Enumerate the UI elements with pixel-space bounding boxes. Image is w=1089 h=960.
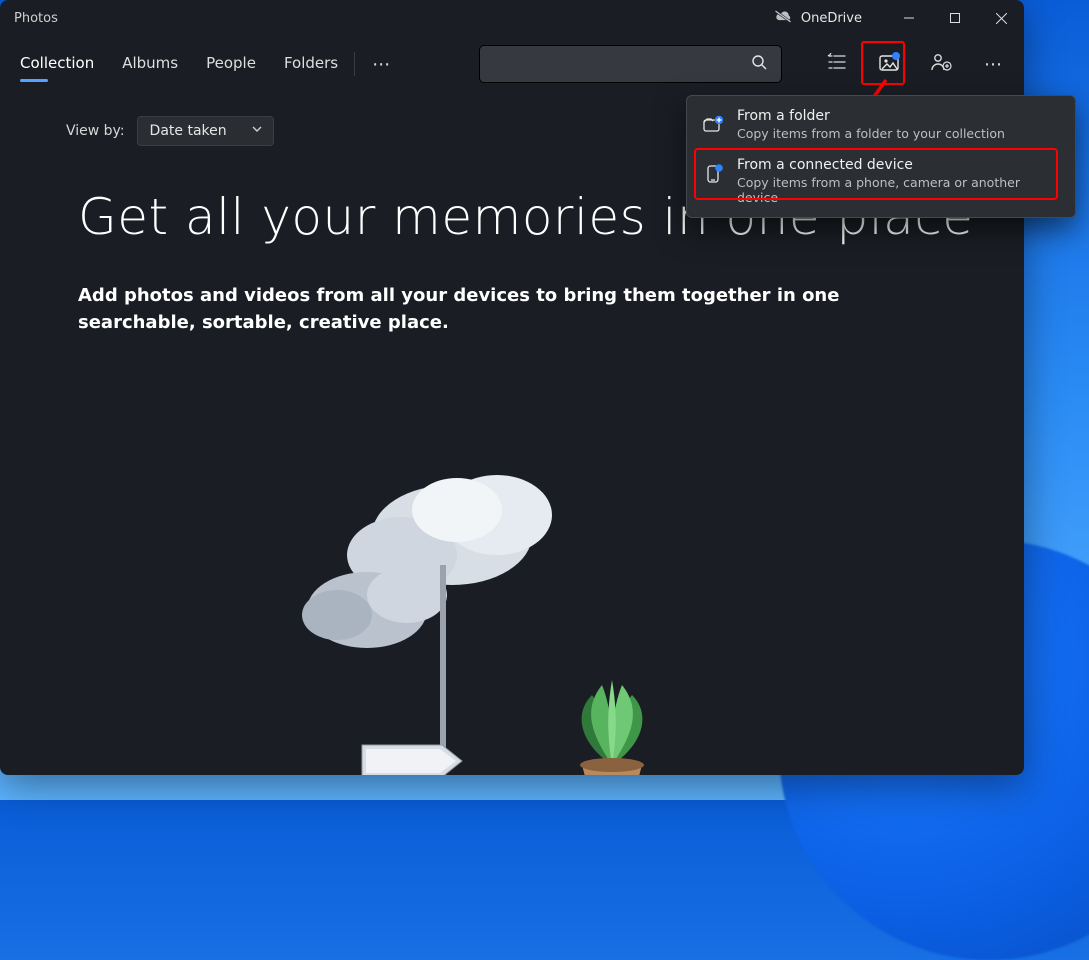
cloud-off-icon — [773, 9, 793, 27]
tab-label: Albums — [122, 54, 178, 72]
folder-add-icon — [701, 111, 725, 139]
onedrive-label: OneDrive — [801, 11, 862, 26]
search-input[interactable] — [490, 55, 743, 73]
select-icon — [827, 53, 847, 75]
menu-item-desc: Copy items from a folder to your collect… — [737, 126, 1005, 141]
tab-albums[interactable]: Albums — [108, 44, 192, 84]
more-horizontal-icon: ⋯ — [372, 54, 390, 75]
select-mode-button[interactable] — [814, 44, 860, 84]
people-add-button[interactable] — [918, 44, 964, 84]
minimize-button[interactable] — [886, 0, 932, 36]
viewby-select[interactable]: Date taken — [137, 116, 274, 146]
more-tabs-button[interactable]: ⋯ — [361, 44, 401, 84]
empty-state-illustration — [0, 425, 1024, 775]
toolbar: Collection Albums People Folders ⋯ — [0, 36, 1024, 92]
import-dropdown-menu: From a folder Copy items from a folder t… — [686, 95, 1076, 218]
viewby-label: View by: — [66, 123, 125, 139]
nav-tabs: Collection Albums People Folders — [6, 44, 352, 84]
more-horizontal-icon: ⋯ — [984, 54, 1002, 75]
search-box[interactable] — [479, 45, 782, 83]
more-options-button[interactable]: ⋯ — [970, 44, 1016, 84]
window-title: Photos — [14, 11, 58, 26]
menu-item-title: From a folder — [737, 108, 1005, 124]
import-from-device[interactable]: From a connected device Copy items from … — [687, 149, 1075, 213]
import-button[interactable] — [866, 44, 912, 84]
search-button[interactable] — [743, 50, 775, 78]
tab-label: People — [206, 54, 256, 72]
people-add-icon — [930, 52, 952, 76]
tab-folders[interactable]: Folders — [270, 44, 352, 84]
titlebar: Photos OneDrive — [0, 0, 1024, 36]
import-from-folder[interactable]: From a folder Copy items from a folder t… — [687, 100, 1075, 149]
window-controls — [886, 0, 1024, 36]
viewby-selected: Date taken — [150, 123, 227, 139]
tab-label: Collection — [20, 54, 94, 72]
onedrive-status[interactable]: OneDrive — [773, 9, 862, 27]
maximize-button[interactable] — [932, 0, 978, 36]
device-icon — [701, 160, 725, 188]
toolbar-icons: ⋯ — [814, 44, 1016, 84]
tab-people[interactable]: People — [192, 44, 270, 84]
import-icon — [878, 52, 900, 76]
close-button[interactable] — [978, 0, 1024, 36]
tab-separator — [354, 52, 355, 76]
chevron-down-icon — [251, 123, 263, 139]
subheadline: Add photos and videos from all your devi… — [78, 282, 924, 336]
menu-item-desc: Copy items from a phone, camera or anoth… — [737, 175, 1061, 205]
tab-label: Folders — [284, 54, 338, 72]
tab-collection[interactable]: Collection — [6, 44, 108, 84]
menu-item-title: From a connected device — [737, 157, 1061, 173]
search-icon — [751, 54, 767, 74]
